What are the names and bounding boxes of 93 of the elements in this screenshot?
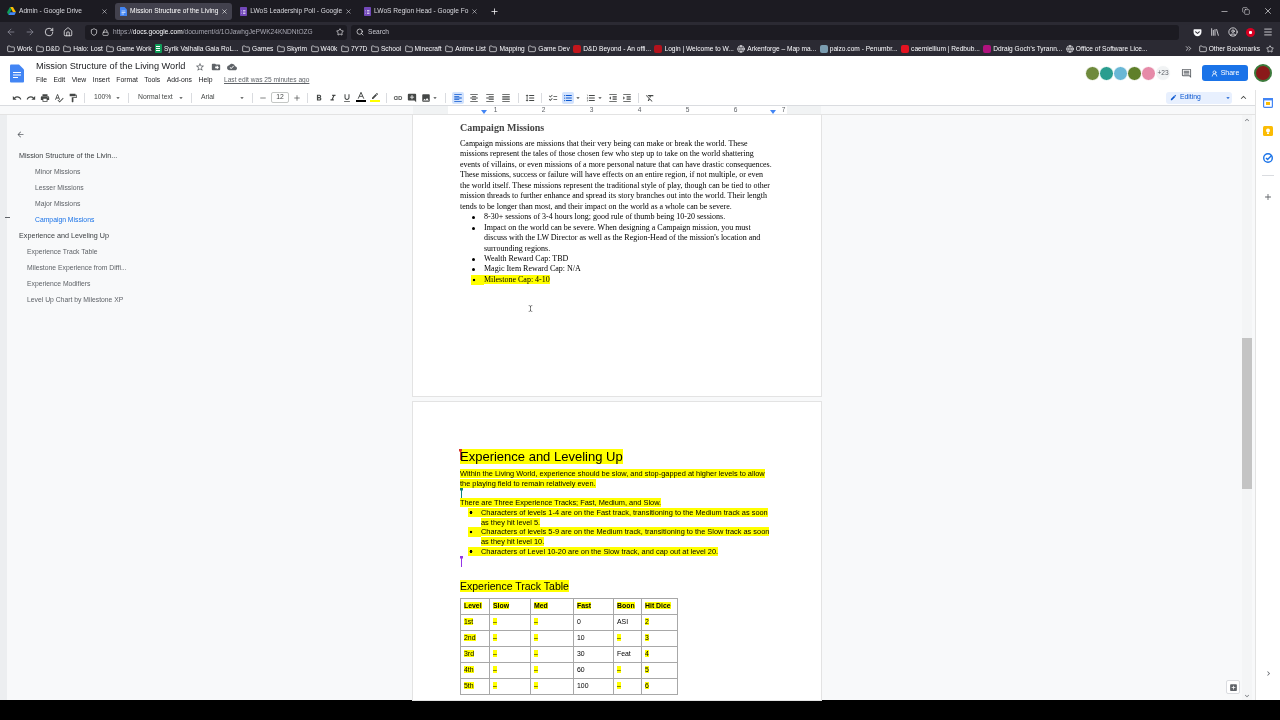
document-logo-icon bbox=[120, 6, 127, 16]
shield-icon[interactable] bbox=[90, 28, 98, 36]
paint-roller-icon[interactable] bbox=[68, 92, 78, 103]
align-center-icon[interactable] bbox=[468, 91, 480, 104]
folder-icon bbox=[340, 45, 349, 53]
bullet-text: Milestone Cap: 4-10 bbox=[484, 274, 551, 286]
account-avatar[interactable] bbox=[1254, 64, 1272, 82]
numbered-list-icon[interactable] bbox=[586, 92, 596, 103]
comment-icon[interactable] bbox=[1181, 67, 1192, 79]
globe-icon bbox=[737, 45, 746, 53]
back-arrow-icon[interactable] bbox=[16, 130, 25, 139]
person-icon bbox=[1210, 69, 1218, 77]
increase-indent-icon[interactable] bbox=[622, 92, 632, 103]
add-comment-icon[interactable] bbox=[407, 92, 417, 103]
document-logo-icon[interactable] bbox=[10, 63, 24, 83]
calendar-icon[interactable] bbox=[1263, 98, 1273, 108]
text-color-icon[interactable] bbox=[356, 92, 366, 103]
folder-icon bbox=[528, 45, 537, 53]
collaborator-avatar[interactable] bbox=[1127, 65, 1142, 81]
folder-icon bbox=[370, 45, 379, 53]
highlight-color-icon[interactable] bbox=[370, 92, 380, 103]
bookmark-star-icon[interactable] bbox=[1266, 45, 1274, 53]
form-logo-icon bbox=[240, 6, 248, 16]
pocket-icon[interactable] bbox=[1193, 27, 1202, 37]
cloud-check-icon[interactable] bbox=[227, 62, 238, 72]
underline-icon[interactable] bbox=[342, 92, 352, 103]
print-icon[interactable] bbox=[40, 92, 50, 103]
scroll-down-icon[interactable] bbox=[1243, 692, 1251, 700]
folder-icon bbox=[489, 45, 498, 53]
form-logo-icon bbox=[364, 6, 372, 16]
checklist-icon[interactable] bbox=[548, 92, 558, 103]
more-bookmarks-icon[interactable] bbox=[1183, 44, 1193, 54]
folder-icon bbox=[310, 45, 319, 53]
folder-icon bbox=[106, 45, 115, 53]
bullet-text: 8-30+ sessions of 3-4 hours long; good rule of thumb being 10-20 sessions. bbox=[484, 212, 727, 223]
restore-icon[interactable] bbox=[1242, 7, 1250, 15]
close-icon[interactable] bbox=[221, 7, 229, 15]
folder-icon bbox=[63, 45, 72, 53]
close-icon[interactable] bbox=[471, 7, 479, 15]
folder-icon bbox=[1198, 45, 1207, 53]
folder-icon bbox=[404, 45, 413, 53]
heading: Experience Track Table bbox=[460, 580, 569, 592]
bulleted-list-icon[interactable] bbox=[562, 91, 574, 104]
align-left-icon[interactable] bbox=[452, 91, 464, 104]
bullet-text: Wealth Reward Cap: TBD bbox=[484, 254, 570, 265]
folder-icon bbox=[35, 45, 44, 53]
globe-icon bbox=[1065, 45, 1074, 53]
folder-icon bbox=[445, 45, 454, 53]
image-icon[interactable] bbox=[421, 92, 431, 103]
italic-icon[interactable] bbox=[328, 92, 338, 103]
bullet-text: Magic Item Reward Cap: N/A bbox=[484, 264, 582, 275]
folder-icon bbox=[242, 45, 251, 53]
close-icon[interactable] bbox=[1263, 6, 1273, 16]
bullet-text: Impact on the world can be severe. When designing a Campaign mission, you must discuss with the LW Director as well as the Region-Head of the mission's location and surrounding regions. bbox=[484, 222, 762, 254]
scrollbar-thumb[interactable] bbox=[1242, 338, 1252, 489]
justify-icon[interactable] bbox=[500, 91, 512, 104]
folder-icon bbox=[276, 45, 285, 53]
close-icon[interactable] bbox=[345, 7, 353, 15]
drive-logo-icon bbox=[7, 7, 16, 15]
lock-icon[interactable] bbox=[102, 28, 109, 36]
account-icon[interactable] bbox=[1228, 27, 1238, 37]
extension-icon[interactable] bbox=[1246, 27, 1255, 37]
heading: Experience and Leveling Up bbox=[460, 449, 623, 464]
forward-icon[interactable] bbox=[25, 27, 35, 37]
library-icon[interactable] bbox=[1210, 27, 1220, 37]
spellcheck-icon[interactable] bbox=[54, 92, 64, 103]
home-icon[interactable] bbox=[63, 27, 73, 37]
star-icon[interactable] bbox=[195, 62, 206, 72]
clear-formatting-icon[interactable] bbox=[645, 92, 655, 103]
line-spacing-icon[interactable] bbox=[525, 92, 535, 103]
collaborator-avatar[interactable] bbox=[1099, 65, 1114, 81]
search-icon bbox=[356, 28, 364, 36]
task-check-icon[interactable] bbox=[1263, 153, 1273, 163]
explore-button[interactable] bbox=[1226, 680, 1240, 694]
decrease-indent-icon[interactable] bbox=[608, 92, 618, 103]
back-icon[interactable] bbox=[6, 27, 16, 37]
paragraph: Campaign missions are missions that their very being can make or break the world. These missions represent the tales of those chosen few who step up to take on the world shattering events of villains, or even missions of a more personal nature that can have drastic consequences. These missions, success or failure will have effects on an entire region, if not multiple, or even the world itself. These missions represent the traditional style of play, though can be tied to other mission threads to further enhance and spread its story branches out into the world. Their length tends to be longer than most, and their impact on the world as a whole can be severe. bbox=[460, 139, 773, 213]
section-heading: Campaign Missions bbox=[460, 122, 546, 134]
collaborator-avatar[interactable] bbox=[1085, 65, 1100, 81]
menu-icon[interactable] bbox=[1263, 27, 1273, 37]
bold-icon[interactable] bbox=[314, 92, 324, 103]
increase-font-size-icon[interactable] bbox=[293, 93, 301, 102]
folder-icon bbox=[7, 45, 15, 53]
align-right-icon[interactable] bbox=[484, 91, 496, 104]
document-title[interactable]: Mission Structure of the Living World bbox=[36, 60, 186, 74]
text-cursor-icon bbox=[527, 303, 534, 314]
new-tab-icon[interactable] bbox=[490, 6, 500, 16]
close-icon[interactable] bbox=[101, 7, 108, 15]
pencil-icon bbox=[1170, 94, 1177, 101]
reload-icon[interactable] bbox=[44, 27, 54, 37]
folder-move-icon[interactable] bbox=[211, 62, 222, 72]
current-section-marker-icon bbox=[5, 216, 10, 218]
bookmark-star-icon[interactable] bbox=[336, 28, 344, 36]
